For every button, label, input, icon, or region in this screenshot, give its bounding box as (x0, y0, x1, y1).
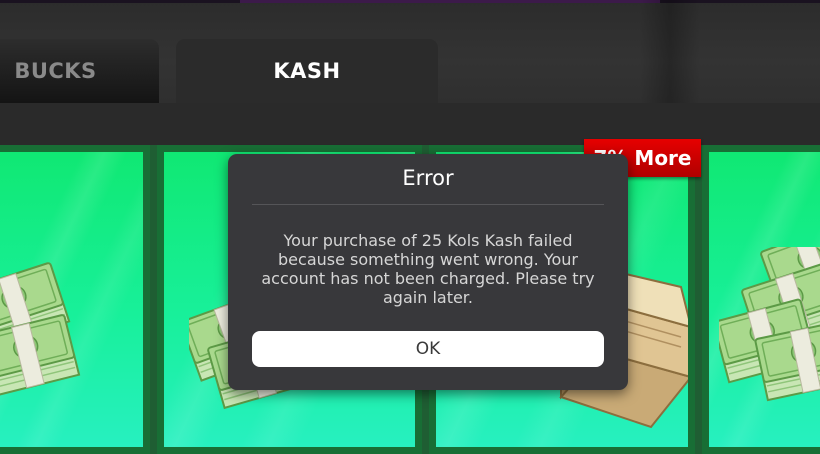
dialog-title: Error (402, 166, 454, 190)
error-dialog: Error Your purchase of 25 Kols Kash fail… (228, 154, 628, 390)
product-card-4[interactable] (702, 145, 820, 454)
tab-kash[interactable]: KASH (176, 39, 438, 103)
tab-bucks-label: BUCKS (14, 59, 97, 83)
dialog-message: Your purchase of 25 Kols Kash failed bec… (261, 231, 595, 307)
product-card-1[interactable] (0, 145, 150, 454)
cash-stack-icon (0, 262, 117, 432)
tab-kash-label: KASH (273, 59, 341, 83)
ok-button[interactable]: OK (252, 331, 604, 367)
cash-pile-icon (719, 247, 820, 417)
background-shadow (640, 0, 700, 103)
dialog-divider (252, 204, 604, 205)
tab-bucks[interactable]: BUCKS (0, 39, 159, 103)
